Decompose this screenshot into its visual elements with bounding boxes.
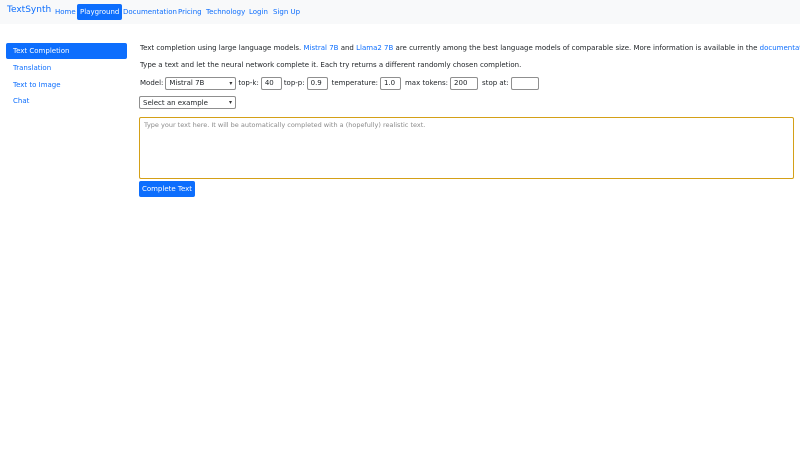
nav-login[interactable]: Login bbox=[246, 4, 271, 20]
intro-and: and bbox=[340, 44, 354, 52]
model-select[interactable]: Mistral 7B ▾ bbox=[165, 76, 237, 90]
link-llama2[interactable]: Llama2 7B bbox=[356, 44, 393, 52]
example-select[interactable]: Select an example ▾ bbox=[139, 96, 236, 109]
topp-input[interactable]: 0.9 bbox=[306, 76, 328, 90]
chevron-down-icon: ▾ bbox=[229, 79, 233, 87]
sidebar-item-translation[interactable]: Translation bbox=[6, 60, 127, 76]
nav-signup[interactable]: Sign Up bbox=[270, 4, 303, 20]
chevron-down-icon: ▾ bbox=[228, 99, 232, 106]
intro-prefix: Text completion using large language mod… bbox=[140, 44, 302, 52]
sidebar-item-text-completion[interactable]: Text Completion bbox=[6, 43, 127, 59]
intro-paragraph: Text completion using large language mod… bbox=[140, 44, 800, 52]
model-select-value: Mistral 7B bbox=[169, 79, 205, 87]
prompt-textarea[interactable]: Type your text here. It will be automati… bbox=[139, 117, 794, 179]
sidebar-item-chat[interactable]: Chat bbox=[6, 93, 127, 109]
model-label: Model: bbox=[140, 79, 164, 87]
temperature-input[interactable]: 1.0 bbox=[379, 76, 401, 90]
max-tokens-label: max tokens: bbox=[404, 79, 449, 87]
topk-input[interactable]: 40 bbox=[260, 76, 282, 90]
brand-logo[interactable]: TextSynth bbox=[7, 5, 51, 15]
parameters-row: Model: Mistral 7B ▾ top-k: 40 top-p: 0.9… bbox=[140, 76, 539, 90]
top-navbar: TextSynth Home Playground Documentation … bbox=[0, 0, 800, 24]
max-tokens-input[interactable]: 200 bbox=[450, 76, 479, 90]
nav-documentation[interactable]: Documentation bbox=[120, 4, 180, 20]
nav-pricing[interactable]: Pricing bbox=[175, 4, 205, 20]
stop-at-label: stop at: bbox=[482, 79, 509, 87]
stop-at-input[interactable] bbox=[510, 76, 539, 90]
nav-playground[interactable]: Playground bbox=[77, 4, 123, 20]
nav-technology[interactable]: Technology bbox=[203, 4, 248, 20]
nav-home[interactable]: Home bbox=[52, 4, 79, 20]
link-documentation[interactable]: documentation bbox=[760, 44, 800, 52]
topp-label: top-p: bbox=[283, 79, 305, 87]
link-mistral[interactable]: Mistral 7B bbox=[303, 44, 338, 52]
complete-text-button[interactable]: Complete Text bbox=[139, 181, 195, 197]
instructions-text: Type a text and let the neural network c… bbox=[140, 61, 522, 69]
example-select-value: Select an example bbox=[143, 98, 208, 107]
intro-middle: are currently among the best language mo… bbox=[395, 44, 758, 52]
temperature-label: temperature: bbox=[331, 79, 378, 87]
sidebar-item-text-to-image[interactable]: Text to Image bbox=[6, 77, 127, 93]
topk-label: top-k: bbox=[238, 79, 259, 87]
